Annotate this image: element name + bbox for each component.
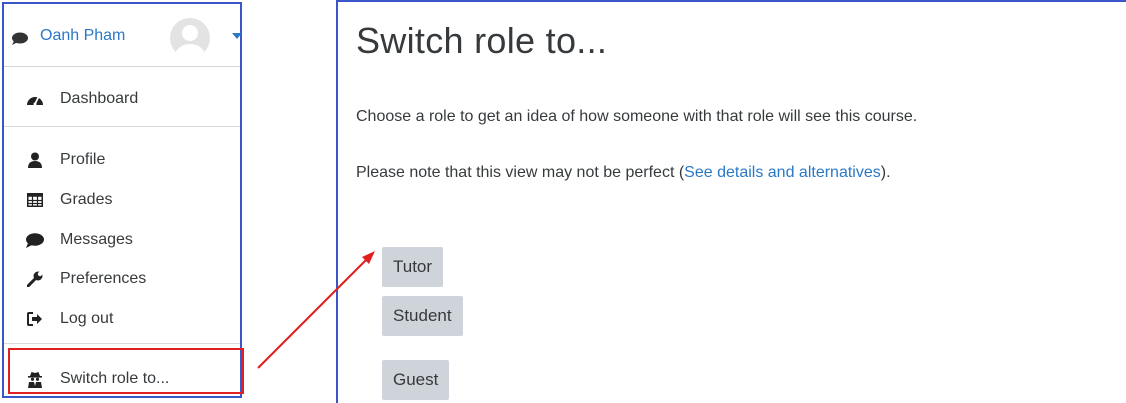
role-button-guest[interactable]: Guest (382, 360, 450, 400)
user-name[interactable]: Oanh Pham (40, 27, 125, 45)
page-title: Switch role to... (356, 20, 608, 61)
menu-item-dashboard[interactable]: Dashboard (4, 80, 240, 118)
menu-divider (4, 343, 240, 344)
note-prefix: Please note that this view may not be pe… (356, 164, 685, 181)
comment-icon (26, 231, 44, 249)
menu-item-messages[interactable]: Messages (4, 221, 240, 259)
wrench-icon (26, 270, 44, 288)
menu-item-preferences[interactable]: Preferences (4, 260, 240, 298)
note-suffix: ). (880, 164, 891, 181)
menu-divider (4, 126, 240, 127)
menu-item-label: Profile (60, 151, 106, 168)
menu-item-profile[interactable]: Profile (4, 141, 240, 179)
chevron-down-icon[interactable] (232, 33, 242, 39)
user-icon (26, 151, 44, 169)
menu-item-label: Messages (60, 231, 133, 248)
note-text: Please note that this view may not be pe… (356, 164, 891, 182)
role-button-tutor[interactable]: Tutor (382, 247, 444, 287)
switch-role-highlight (8, 348, 244, 394)
switch-role-page: Switch role to... Choose a role to get a… (336, 0, 1126, 403)
role-button-student[interactable]: Student (382, 296, 463, 336)
menu-item-label: Preferences (60, 270, 147, 287)
message-bubble-icon[interactable] (12, 32, 28, 45)
details-link[interactable]: See details and alternatives (684, 164, 881, 181)
table-icon (26, 191, 44, 209)
menu-item-logout[interactable]: Log out (4, 300, 240, 338)
menu-item-grades[interactable]: Grades (4, 181, 240, 219)
menu-item-label: Dashboard (60, 90, 139, 107)
avatar[interactable] (170, 18, 210, 58)
user-menu-panel: Oanh Pham Dashboard Profile Grades Messa… (2, 2, 242, 398)
sign-out-icon (26, 310, 44, 328)
dashboard-icon (26, 90, 44, 108)
menu-item-label: Grades (60, 191, 113, 208)
menu-item-label: Log out (60, 310, 114, 327)
user-menu-header[interactable]: Oanh Pham (4, 4, 242, 67)
intro-text: Choose a role to get an idea of how some… (356, 108, 918, 125)
